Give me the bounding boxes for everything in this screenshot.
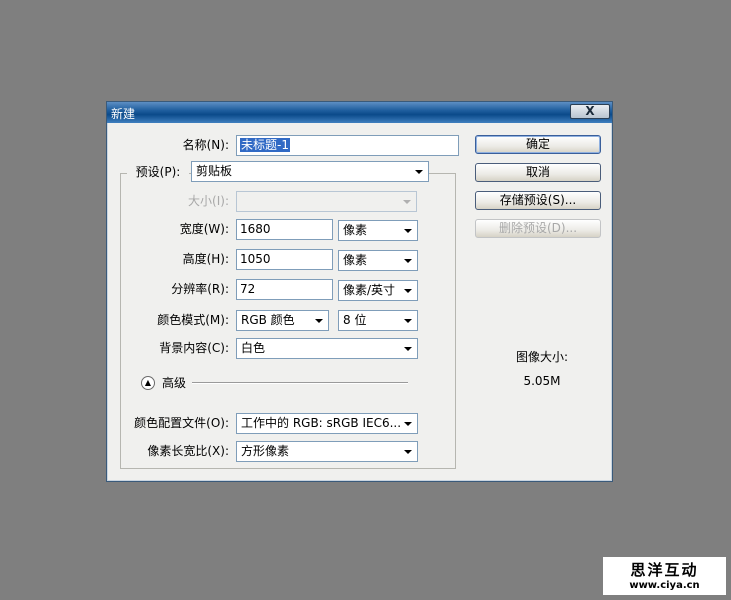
preset-select[interactable]: 剪贴板: [191, 161, 429, 182]
background-label: 背景内容(C):: [159, 341, 229, 355]
pixel-aspect-select[interactable]: 方形像素: [236, 441, 418, 462]
color-profile-select[interactable]: 工作中的 RGB: sRGB IEC6...: [236, 413, 418, 434]
name-label: 名称(N):: [182, 138, 229, 152]
double-chevron-up-icon: ▲: [144, 378, 152, 387]
ok-button[interactable]: 确定: [475, 135, 601, 154]
cancel-button[interactable]: 取消: [475, 163, 601, 182]
chevron-down-icon: [404, 289, 412, 293]
watermark-text: 思洋互动: [630, 561, 699, 579]
chevron-down-icon: [404, 450, 412, 454]
chevron-down-icon: [415, 170, 423, 174]
color-mode-select[interactable]: RGB 颜色: [236, 310, 329, 331]
width-unit-select[interactable]: 像素: [338, 220, 418, 241]
bit-depth-value: 8 位: [343, 313, 367, 327]
name-input[interactable]: 未标题-1: [236, 135, 459, 156]
color-profile-label: 颜色配置文件(O):: [134, 416, 229, 430]
resolution-unit-value: 像素/英寸: [343, 283, 396, 297]
resolution-unit-select[interactable]: 像素/英寸: [338, 280, 418, 301]
size-select[interactable]: [236, 191, 417, 212]
preset-label: 预设(P):: [127, 162, 189, 182]
background-select[interactable]: 白色: [236, 338, 418, 359]
background-value: 白色: [241, 341, 266, 355]
width-label: 宽度(W):: [179, 222, 229, 236]
color-mode-label: 颜色模式(M):: [157, 313, 229, 327]
chevron-down-icon: [315, 319, 323, 323]
resolution-label: 分辨率(R):: [171, 282, 229, 296]
advanced-toggle-button[interactable]: ▲: [141, 376, 155, 390]
advanced-label: 高级: [162, 376, 187, 390]
bit-depth-select[interactable]: 8 位: [338, 310, 418, 331]
save-preset-button[interactable]: 存储预设(S)...: [475, 191, 601, 210]
dialog-title: 新建: [111, 107, 136, 121]
color-profile-value: 工作中的 RGB: sRGB IEC6...: [241, 416, 402, 430]
size-label: 大小(I):: [188, 194, 229, 208]
pixel-aspect-value: 方形像素: [241, 444, 290, 458]
chevron-down-icon: [404, 347, 412, 351]
title-bar[interactable]: 新建 X: [107, 102, 612, 123]
image-size-label: 图像大小:: [515, 350, 569, 364]
delete-preset-button[interactable]: 删除预设(D)...: [475, 219, 601, 238]
image-size-value: 5.05M: [523, 374, 561, 388]
watermark-url: www.ciya.cn: [629, 580, 700, 591]
preset-value: 剪贴板: [196, 164, 233, 178]
height-unit-value: 像素: [343, 253, 368, 267]
resolution-input[interactable]: 72: [236, 279, 333, 300]
height-label: 高度(H):: [182, 252, 229, 266]
height-input[interactable]: 1050: [236, 249, 333, 270]
name-value: 未标题-1: [240, 138, 290, 152]
width-unit-value: 像素: [343, 223, 368, 237]
chevron-down-icon: [404, 422, 412, 426]
width-input[interactable]: 1680: [236, 219, 333, 240]
color-mode-value: RGB 颜色: [241, 313, 295, 327]
close-button[interactable]: X: [570, 104, 610, 119]
new-document-dialog: 新建 X 名称(N): 未标题-1 预设(P): 剪贴板 大小(I): 宽度(W…: [106, 101, 613, 482]
chevron-down-icon: [404, 229, 412, 233]
watermark-logo: 思洋互动 www.ciya.cn: [603, 557, 726, 595]
chevron-down-icon: [404, 319, 412, 323]
pixel-aspect-label: 像素长宽比(X):: [147, 444, 229, 458]
chevron-down-icon: [404, 259, 412, 263]
advanced-divider: [192, 382, 408, 384]
height-unit-select[interactable]: 像素: [338, 250, 418, 271]
chevron-down-icon: [403, 200, 411, 204]
